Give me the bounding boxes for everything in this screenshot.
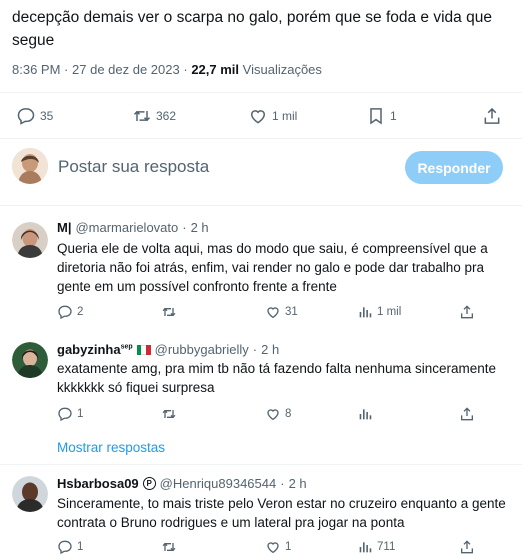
reply-button[interactable]: 35	[16, 104, 53, 128]
views-count: 22,7 mil	[191, 62, 240, 77]
retweet-icon	[162, 409, 176, 419]
share-icon	[484, 107, 500, 124]
like-button[interactable]: 1	[265, 539, 291, 555]
like-icon	[250, 110, 266, 124]
tweet-stats-bar: 35 362 1 mil 1	[0, 104, 522, 128]
badge-icon: P	[142, 477, 156, 490]
views-count: 711	[377, 541, 396, 553]
like-icon	[267, 409, 279, 421]
reply-icon	[58, 305, 72, 320]
meta-separator: ·	[182, 220, 187, 235]
views-button[interactable]: 711	[357, 539, 395, 555]
reply-count: 2	[77, 306, 84, 318]
reply-header: Hsbarbosa09 P @Henriqu89346544 · 2 h	[57, 476, 307, 491]
reply-header: gabyzinhasep @rubbygabrielly · 2 h	[57, 342, 279, 357]
meta-separator: ·	[280, 476, 285, 491]
reply-text: Queria ele de volta aqui, mas do modo qu…	[57, 241, 488, 294]
share-icon	[461, 407, 473, 421]
retweet-button[interactable]: 362	[132, 104, 176, 128]
retweet-button[interactable]	[161, 304, 177, 320]
bookmark-icon	[370, 108, 382, 125]
tweet-date[interactable]: 27 de dez de 2023	[72, 62, 180, 77]
bookmark-button[interactable]: 1	[366, 104, 397, 128]
reply-actions: 2 31 1 mil	[57, 304, 507, 324]
reply-submit-button[interactable]: Responder	[405, 151, 503, 184]
share-button[interactable]	[482, 104, 502, 128]
reply-button[interactable]: 1	[57, 406, 83, 422]
divider	[0, 205, 522, 206]
like-button[interactable]: 1 mil	[248, 104, 297, 128]
reply-actions: 1 8	[57, 406, 507, 426]
meta-separator: ·	[252, 342, 258, 357]
user-handle[interactable]: @marmarielovato	[75, 220, 178, 235]
italy-flag-icon	[136, 344, 151, 355]
user-handle[interactable]: @Henriqu89346544	[160, 476, 277, 491]
avatar[interactable]	[12, 476, 48, 512]
retweet-icon	[162, 542, 176, 552]
like-button[interactable]: 31	[265, 304, 298, 320]
views-count: 1 mil	[377, 306, 402, 318]
views-button[interactable]	[357, 406, 373, 422]
avatar[interactable]	[12, 342, 48, 378]
reply-time[interactable]: 2 h	[289, 476, 307, 491]
reply-count: 35	[40, 109, 54, 123]
like-count: 1 mil	[272, 109, 298, 123]
retweet-button[interactable]	[161, 406, 177, 422]
reply-time[interactable]: 2 h	[261, 342, 279, 357]
reply-button[interactable]: 1	[57, 539, 83, 555]
share-button[interactable]	[459, 406, 475, 422]
reply-composer: Postar sua resposta Responder	[0, 140, 522, 196]
name-superscript: sep	[120, 343, 133, 351]
avatar[interactable]	[12, 148, 48, 184]
user-handle[interactable]: @rubbygabrielly	[155, 342, 249, 357]
like-button[interactable]: 8	[265, 406, 291, 422]
show-replies-link[interactable]: Mostrar respostas	[57, 440, 165, 455]
display-name[interactable]: M|	[57, 220, 71, 235]
reply-count: 1	[77, 541, 84, 553]
like-icon	[267, 542, 279, 554]
share-button[interactable]	[459, 539, 475, 555]
tweet-text: decepção demais ver o scarpa no galo, po…	[12, 9, 492, 49]
divider	[0, 92, 522, 93]
reply-count: 1	[77, 408, 84, 420]
reply-icon	[58, 540, 72, 555]
reply-text: Sinceramente, to mais triste pelo Veron …	[57, 496, 506, 530]
reply-header: M| @marmarielovato · 2 h	[57, 220, 209, 235]
reply-input[interactable]: Postar sua resposta	[58, 157, 209, 177]
like-icon	[267, 307, 279, 319]
bookmark-count: 1	[390, 109, 397, 123]
retweet-icon	[133, 110, 151, 122]
reply-text: exatamente amg, pra mim tb não tá fazend…	[57, 361, 497, 395]
retweet-icon	[162, 307, 176, 317]
share-icon	[461, 540, 473, 554]
like-count: 1	[285, 541, 292, 553]
like-count: 31	[285, 306, 298, 318]
reply-actions: 1 1 711	[57, 539, 507, 557]
views-button[interactable]: 1 mil	[357, 304, 401, 320]
avatar[interactable]	[12, 222, 48, 258]
share-button[interactable]	[459, 304, 475, 320]
reply-button[interactable]: 2	[57, 304, 83, 320]
tweet-time[interactable]: 8:36 PM	[12, 62, 60, 77]
views-icon	[359, 409, 372, 420]
tweet-meta: 8:36 PM · 27 de dez de 2023 · 22,7 mil V…	[12, 62, 322, 77]
like-count: 8	[285, 408, 292, 420]
meta-separator: ·	[64, 62, 69, 77]
display-name[interactable]: Hsbarbosa09	[57, 476, 139, 491]
views-icon	[359, 542, 372, 553]
divider	[0, 138, 522, 139]
views-icon	[359, 307, 372, 318]
meta-separator: ·	[183, 62, 188, 77]
reply-icon	[58, 407, 72, 422]
display-name[interactable]: gabyzinhasep	[57, 342, 133, 357]
reply-icon	[17, 108, 35, 125]
retweet-count: 362	[156, 109, 177, 123]
divider	[0, 464, 522, 465]
share-icon	[461, 305, 473, 319]
retweet-button[interactable]	[161, 539, 177, 555]
views-label: Visualizações	[242, 62, 322, 77]
reply-time[interactable]: 2 h	[191, 220, 209, 235]
